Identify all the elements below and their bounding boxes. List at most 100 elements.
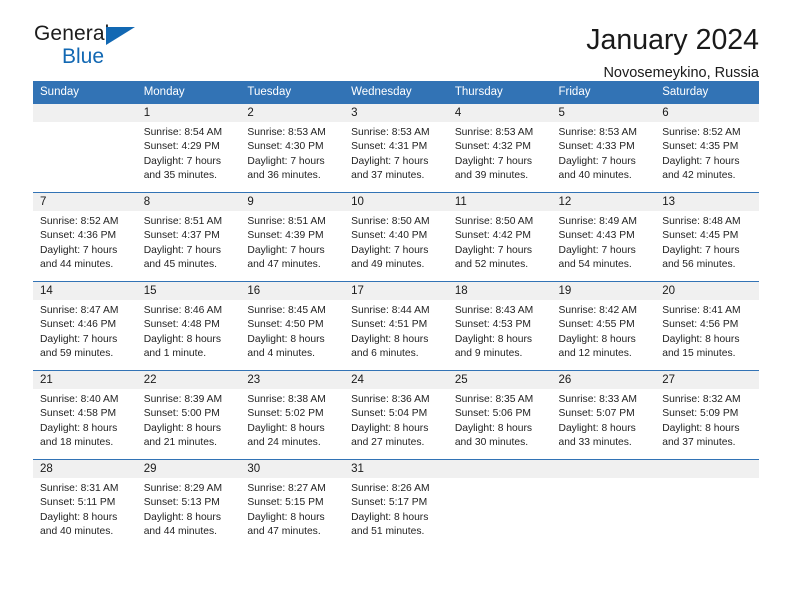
calendar-day-cell[interactable]: 19 Sunrise: 8:42 AM Sunset: 4:55 PM Dayligh… [551, 281, 656, 370]
calendar-day-cell[interactable]: 6 Sunrise: 8:52 AM Sunset: 4:35 PM Daylight… [655, 103, 759, 192]
calendar-day-cell[interactable]: 15 Sunrise: 8:46 AM Sunset: 4:48 PM Dayligh… [136, 281, 241, 370]
daylight-text: Daylight: 7 hours and 42 minutes. [662, 155, 740, 181]
calendar-day-cell[interactable]: 18 Sunrise: 8:43 AM Sunset: 4:53 PM Dayligh… [447, 281, 552, 370]
day-cell-inner: 22 Sunrise: 8:39 AM Sunset: 5:00 PM Dayligh… [136, 370, 241, 459]
day-details: Sunrise: 8:35 AM Sunset: 5:06 PM Daylight:… [448, 389, 552, 450]
day-details: Sunrise: 8:53 AM Sunset: 4:32 PM Daylight:… [448, 122, 552, 183]
day-details: Sunrise: 8:29 AM Sunset: 5:13 PM Daylight:… [137, 478, 241, 539]
sunset-text: Sunset: 4:37 PM [143, 230, 220, 242]
day-details: Sunrise: 8:46 AM Sunset: 4:48 PM Daylight:… [137, 300, 241, 361]
day-number: 6 [655, 104, 759, 122]
sunrise-text: Sunrise: 8:26 AM [351, 483, 430, 494]
day-cell-inner: 7 Sunrise: 8:52 AM Sunset: 4:36 PM Daylight… [33, 192, 137, 281]
calendar-day-cell[interactable]: 11 Sunrise: 8:50 AM Sunset: 4:42 PM Dayligh… [447, 192, 552, 281]
calendar-day-cell[interactable]: 24 Sunrise: 8:36 AM Sunset: 5:04 PM Dayligh… [344, 370, 448, 459]
calendar-day-cell[interactable]: 26 Sunrise: 8:33 AM Sunset: 5:07 PM Dayligh… [551, 370, 656, 459]
day-details: Sunrise: 8:26 AM Sunset: 5:17 PM Daylight:… [344, 478, 448, 539]
calendar-day-cell[interactable]: 1 Sunrise: 8:54 AM Sunset: 4:29 PM Daylight… [136, 103, 241, 192]
calendar-header-row: Sunday Monday Tuesday Wednesday Thursday… [33, 81, 759, 103]
sunset-text: Sunset: 4:32 PM [454, 141, 531, 153]
sunrise-text: Sunrise: 8:32 AM [662, 394, 741, 405]
day-number: 22 [136, 371, 241, 389]
calendar-day-cell[interactable]: 9 Sunrise: 8:51 AM Sunset: 4:39 PM Daylight… [240, 192, 345, 281]
day-number: 18 [447, 282, 552, 300]
day-cell-inner: 11 Sunrise: 8:50 AM Sunset: 4:42 PM Dayligh… [447, 192, 552, 281]
calendar-table: Sunday Monday Tuesday Wednesday Thursday… [33, 81, 759, 548]
day-cell-inner: 12 Sunrise: 8:49 AM Sunset: 4:43 PM Dayligh… [551, 192, 656, 281]
sunrise-text: Sunrise: 8:54 AM [143, 127, 223, 138]
calendar-day-cell[interactable]: 5 Sunrise: 8:53 AM Sunset: 4:33 PM Daylight… [551, 103, 656, 192]
daylight-text: Daylight: 7 hours and 37 minutes. [351, 155, 429, 181]
calendar-day-cell[interactable]: 17 Sunrise: 8:44 AM Sunset: 4:51 PM Dayligh… [344, 281, 448, 370]
calendar-day-cell[interactable]: 22 Sunrise: 8:39 AM Sunset: 5:00 PM Dayligh… [136, 370, 241, 459]
day-number: 11 [447, 193, 552, 211]
sunset-text: Sunset: 5:13 PM [143, 497, 220, 509]
calendar-day-cell[interactable]: 3 Sunrise: 8:53 AM Sunset: 4:31 PM Daylight… [344, 103, 448, 192]
day-cell-inner [33, 103, 137, 192]
calendar-day-cell[interactable]: 16 Sunrise: 8:45 AM Sunset: 4:50 PM Dayligh… [240, 281, 345, 370]
sunrise-text: Sunrise: 8:27 AM [247, 483, 326, 494]
calendar-week-row: 1 Sunrise: 8:54 AM Sunset: 4:29 PM Daylight… [33, 103, 759, 192]
weekday-header-friday: Friday [551, 81, 656, 103]
calendar-day-cell[interactable]: 31 Sunrise: 8:26 AM Sunset: 5:17 PM Dayligh… [344, 459, 448, 548]
day-number: 25 [447, 371, 552, 389]
day-cell-inner: 28 Sunrise: 8:31 AM Sunset: 5:11 PM Dayligh… [33, 459, 137, 548]
calendar-day-cell[interactable]: 27 Sunrise: 8:32 AM Sunset: 5:09 PM Dayligh… [655, 370, 759, 459]
calendar-day-cell[interactable]: 20 Sunrise: 8:41 AM Sunset: 4:56 PM Dayligh… [655, 281, 759, 370]
logo-triangle-icon [106, 27, 135, 45]
calendar-day-cell[interactable]: 12 Sunrise: 8:49 AM Sunset: 4:43 PM Dayligh… [551, 192, 656, 281]
day-number: 4 [447, 104, 552, 122]
sunset-text: Sunset: 4:36 PM [40, 230, 117, 242]
day-details: Sunrise: 8:33 AM Sunset: 5:07 PM Daylight:… [552, 389, 656, 450]
daylight-text: Daylight: 8 hours and 21 minutes. [143, 422, 221, 448]
logo-text-blue: Blue [62, 45, 105, 68]
calendar-day-cell[interactable]: 8 Sunrise: 8:51 AM Sunset: 4:37 PM Daylight… [136, 192, 241, 281]
day-cell-inner: 17 Sunrise: 8:44 AM Sunset: 4:51 PM Dayligh… [344, 281, 448, 370]
calendar-day-cell[interactable]: 23 Sunrise: 8:38 AM Sunset: 5:02 PM Dayligh… [240, 370, 345, 459]
sunset-text: Sunset: 4:58 PM [40, 408, 117, 420]
day-cell-inner: 9 Sunrise: 8:51 AM Sunset: 4:39 PM Daylight… [240, 192, 345, 281]
calendar-day-cell[interactable]: 14 Sunrise: 8:47 AM Sunset: 4:46 PM Dayligh… [33, 281, 137, 370]
sunset-text: Sunset: 4:45 PM [662, 230, 739, 242]
sunrise-text: Sunrise: 8:43 AM [454, 305, 534, 316]
day-details: Sunrise: 8:49 AM Sunset: 4:43 PM Daylight:… [552, 211, 656, 272]
daylight-text: Daylight: 8 hours and 40 minutes. [40, 511, 118, 537]
day-number: 5 [551, 104, 656, 122]
sunrise-text: Sunrise: 8:50 AM [351, 216, 430, 227]
day-number: 23 [240, 371, 345, 389]
daylight-text: Daylight: 7 hours and 49 minutes. [351, 244, 429, 270]
day-cell-inner: 20 Sunrise: 8:41 AM Sunset: 4:56 PM Dayligh… [655, 281, 759, 370]
day-cell-inner: 23 Sunrise: 8:38 AM Sunset: 5:02 PM Dayligh… [240, 370, 345, 459]
daylight-text: Daylight: 8 hours and 27 minutes. [351, 422, 429, 448]
calendar-day-cell[interactable]: 13 Sunrise: 8:48 AM Sunset: 4:45 PM Dayligh… [655, 192, 759, 281]
calendar-day-cell-empty [33, 103, 137, 192]
day-number: 10 [344, 193, 448, 211]
day-cell-inner [551, 459, 656, 548]
day-cell-inner: 27 Sunrise: 8:32 AM Sunset: 5:09 PM Dayligh… [655, 370, 759, 459]
day-details: Sunrise: 8:50 AM Sunset: 4:42 PM Daylight:… [448, 211, 552, 272]
day-number: 29 [136, 460, 241, 478]
calendar-day-cell[interactable]: 4 Sunrise: 8:53 AM Sunset: 4:32 PM Daylight… [447, 103, 552, 192]
general-blue-logo[interactable]: General Blue [33, 22, 173, 78]
sunrise-text: Sunrise: 8:29 AM [143, 483, 223, 494]
day-details: Sunrise: 8:32 AM Sunset: 5:09 PM Daylight:… [655, 389, 759, 450]
day-cell-inner: 2 Sunrise: 8:53 AM Sunset: 4:30 PM Daylight… [240, 103, 345, 192]
sunset-text: Sunset: 4:29 PM [143, 141, 220, 153]
calendar-day-cell[interactable]: 29 Sunrise: 8:29 AM Sunset: 5:13 PM Dayligh… [136, 459, 241, 548]
day-number: 20 [655, 282, 759, 300]
day-details: Sunrise: 8:48 AM Sunset: 4:45 PM Daylight:… [655, 211, 759, 272]
calendar-page: General Blue January 2024 Novosemeykino,… [0, 0, 792, 612]
day-cell-inner: 26 Sunrise: 8:33 AM Sunset: 5:07 PM Dayligh… [551, 370, 656, 459]
calendar-day-cell[interactable]: 25 Sunrise: 8:35 AM Sunset: 5:06 PM Dayligh… [447, 370, 552, 459]
calendar-day-cell[interactable]: 7 Sunrise: 8:52 AM Sunset: 4:36 PM Daylight… [33, 192, 137, 281]
sunset-text: Sunset: 4:33 PM [558, 141, 635, 153]
day-cell-inner: 1 Sunrise: 8:54 AM Sunset: 4:29 PM Daylight… [136, 103, 241, 192]
calendar-day-cell[interactable]: 2 Sunrise: 8:53 AM Sunset: 4:30 PM Daylight… [240, 103, 345, 192]
calendar-day-cell[interactable]: 30 Sunrise: 8:27 AM Sunset: 5:15 PM Dayligh… [240, 459, 345, 548]
daylight-text: Daylight: 7 hours and 40 minutes. [558, 155, 636, 181]
logo-text-general: General [34, 22, 110, 45]
calendar-day-cell[interactable]: 21 Sunrise: 8:40 AM Sunset: 4:58 PM Dayligh… [33, 370, 137, 459]
day-cell-inner: 5 Sunrise: 8:53 AM Sunset: 4:33 PM Daylight… [551, 103, 656, 192]
calendar-day-cell[interactable]: 10 Sunrise: 8:50 AM Sunset: 4:40 PM Dayligh… [344, 192, 448, 281]
calendar-day-cell[interactable]: 28 Sunrise: 8:31 AM Sunset: 5:11 PM Dayligh… [33, 459, 137, 548]
